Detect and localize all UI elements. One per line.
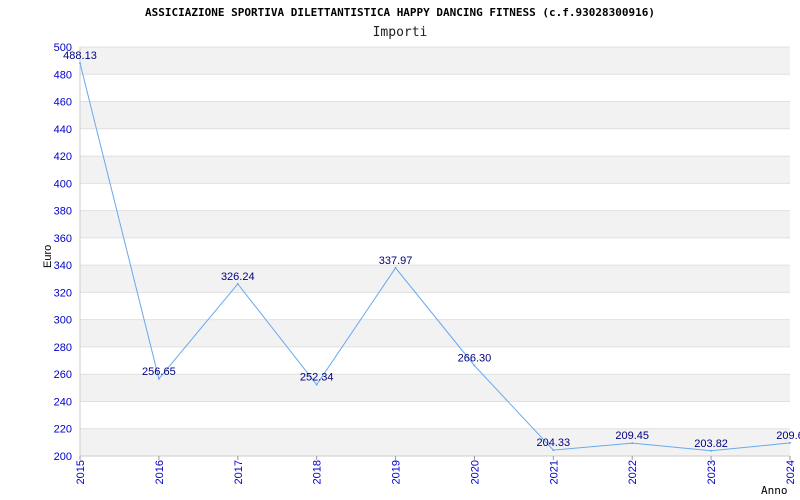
- y-tick-label: 440: [54, 124, 72, 136]
- x-tick-label: 2016: [154, 460, 166, 484]
- data-point: [631, 442, 634, 445]
- y-tick-label: 480: [54, 69, 72, 81]
- grid-band: [80, 346, 790, 375]
- data-label: 252.34: [300, 372, 334, 384]
- data-label: 209.6: [776, 430, 800, 442]
- x-tick-label: 2022: [627, 460, 639, 484]
- grid-band: [80, 265, 790, 293]
- y-tick-label: 460: [54, 97, 72, 109]
- data-point: [315, 383, 318, 386]
- y-tick-label: 320: [54, 287, 72, 299]
- y-tick-label: 340: [54, 260, 72, 272]
- x-tick-label: 2021: [548, 460, 560, 484]
- x-tick-label: 2024: [785, 460, 797, 484]
- y-tick-label: 260: [54, 369, 72, 381]
- y-tick-label: 400: [54, 178, 72, 190]
- data-label: 204.33: [537, 437, 571, 449]
- data-point: [157, 377, 160, 380]
- data-label: 203.82: [694, 438, 728, 450]
- y-tick-label: 380: [54, 206, 72, 218]
- y-tick-label: 300: [54, 315, 72, 327]
- line-chart: 200 220 240 260 280 300 320 340 360 380 400 420 440 4…: [54, 42, 800, 484]
- data-point: [710, 449, 713, 452]
- grid-band: [80, 374, 790, 402]
- grid-band: [80, 292, 790, 320]
- y-tick-label: 220: [54, 424, 72, 436]
- grid-band: [80, 428, 790, 456]
- grid-band: [80, 319, 790, 347]
- y-tick-label: 360: [54, 233, 72, 245]
- x-tick-label: 2017: [233, 460, 245, 484]
- data-label: 256.65: [142, 366, 176, 378]
- data-point: [473, 364, 476, 367]
- x-tick-label: 2015: [75, 460, 87, 484]
- data-point: [236, 282, 239, 285]
- y-tick-label: 420: [54, 151, 72, 163]
- y-tick-label: 200: [54, 451, 72, 463]
- data-label: 266.30: [458, 353, 492, 365]
- data-label: 209.45: [615, 430, 649, 442]
- data-point: [552, 449, 555, 452]
- grid-band: [80, 74, 790, 102]
- grid-band: [80, 183, 790, 211]
- grid-band: [80, 401, 790, 429]
- y-tick-label: 280: [54, 342, 72, 354]
- data-point: [789, 441, 791, 444]
- x-tick-label: 2020: [469, 460, 481, 484]
- data-label: 326.24: [221, 271, 255, 283]
- grid-band: [80, 210, 790, 238]
- data-label: 337.97: [379, 255, 413, 267]
- data-label: 488.13: [63, 50, 97, 62]
- grid-band: [80, 101, 790, 129]
- grid-band: [80, 237, 790, 266]
- grid-band: [80, 156, 790, 184]
- data-point: [394, 266, 397, 269]
- grid-band: [80, 47, 790, 75]
- y-tick-label: 240: [54, 396, 72, 408]
- x-tick-label: 2019: [391, 460, 403, 484]
- data-point: [79, 62, 81, 65]
- grid-band: [80, 128, 790, 157]
- x-tick-label: 2018: [312, 460, 324, 484]
- x-tick-label: 2023: [706, 460, 718, 484]
